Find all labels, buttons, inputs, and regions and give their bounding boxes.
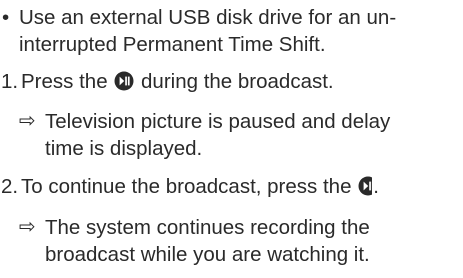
step-2-text-after: . (373, 175, 379, 198)
step-1-text-before: Press the (21, 70, 108, 93)
step-2-result-text: The system continues recording the broad… (45, 214, 370, 268)
play-pause-button-icon (358, 176, 373, 196)
bullet-text: Use an external USB disk drive for an un… (19, 4, 396, 58)
step-number: 2. (1, 175, 19, 198)
result-arrow-icon: ⇨ (19, 110, 36, 132)
step-1-result-line-1: Television picture is paused and delay (45, 110, 391, 133)
step-2-result-line-1: The system continues recording the (45, 216, 370, 239)
bullet-text-line-1: Use an external USB disk drive for an un… (19, 6, 397, 29)
step-2-text-before: To continue the broadcast, press the (21, 175, 352, 198)
step-number: 1. (1, 70, 19, 93)
step-1-result-line-2: time is displayed. (45, 137, 203, 160)
step-1-instruction: Press the during the broadcast. (21, 68, 334, 95)
bullet-marker: • (2, 6, 10, 29)
play-pause-button-icon (114, 71, 134, 91)
bullet-text-line-2: interrupted Permanent Time Shift. (19, 33, 326, 56)
step-1-result-text: Television picture is paused and delay t… (45, 108, 390, 162)
manual-page: • Use an external USB disk drive for an … (0, 0, 463, 278)
result-arrow-icon: ⇨ (19, 216, 36, 238)
step-1-text-after: during the broadcast. (141, 70, 334, 93)
step-2-result-line-2: broadcast while you are watching it. (45, 243, 370, 266)
step-2-instruction: To continue the broadcast, press the . (21, 173, 379, 200)
